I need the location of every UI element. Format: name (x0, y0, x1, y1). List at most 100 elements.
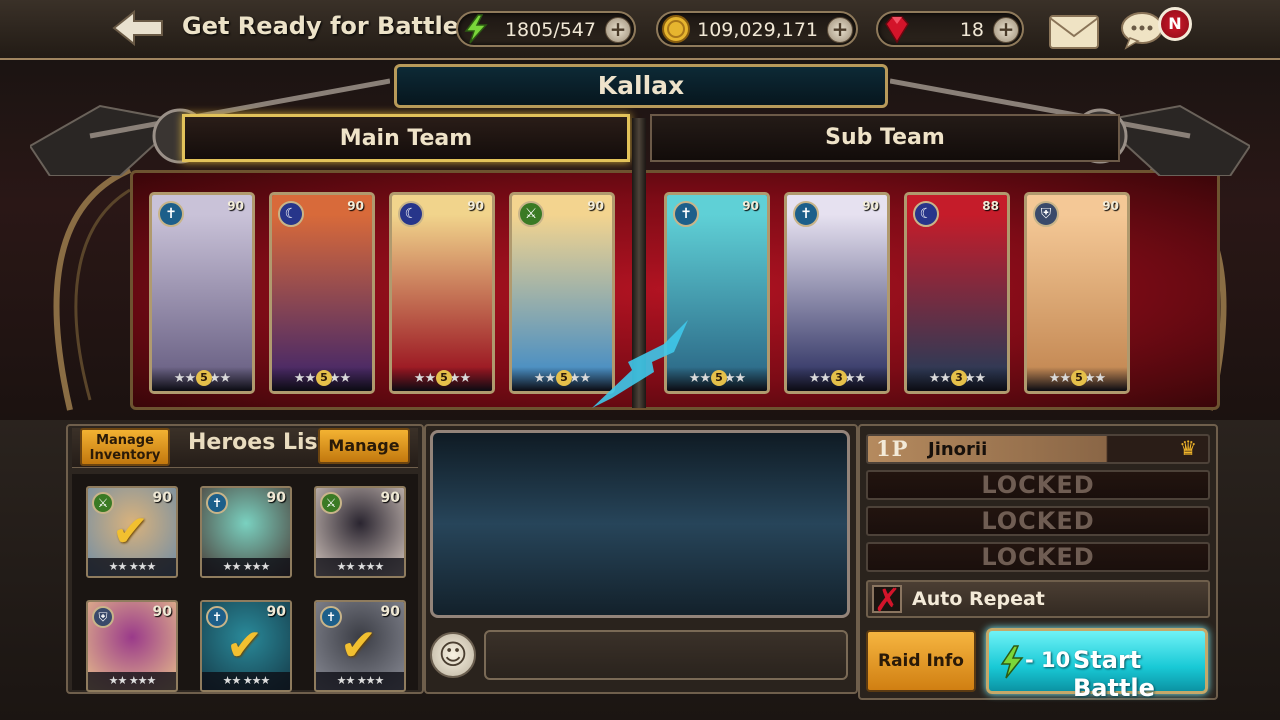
back-arrow-icon[interactable] (110, 8, 166, 48)
sub-team-hero-card[interactable]: ⛨ 90 ★★ ★★★ 5 (1024, 192, 1130, 394)
sub-team-hero-card[interactable]: ✝ 90 ★★ ★★★ 3 (784, 192, 890, 394)
star-rating: ★★ ★★★ (88, 558, 176, 576)
gold-coin-icon (662, 15, 690, 43)
party-slot-2: LOCKED (866, 470, 1210, 500)
hero-grade: 3 (951, 370, 967, 386)
lightning-icon (1000, 645, 1024, 679)
hero-list-item[interactable]: ⚔ 90 ★★ ★★★ ✔ (86, 486, 178, 578)
cross-icon: ✝ (206, 606, 228, 628)
hero-grade: 5 (556, 370, 572, 386)
hero-grade: 5 (196, 370, 212, 386)
tab-sub-team[interactable]: Sub Team (650, 114, 1120, 162)
chat-input[interactable] (484, 630, 848, 680)
party-slot-4: LOCKED (866, 542, 1210, 572)
hero-list-item[interactable]: ⚔ 90 ★★ ★★★ (314, 486, 406, 578)
cross-icon: ✝ (793, 201, 819, 227)
moon-icon: ☾ (278, 201, 304, 227)
top-bar: Get Ready for Battle 1805/547 + 109,029,… (0, 0, 1280, 60)
stamina-cost: - 10 (1025, 648, 1071, 672)
emoji-button[interactable]: ☺ (430, 632, 476, 678)
star-rating: ★★ ★★★ (202, 558, 290, 576)
heroes-list-title: Heroes List (188, 430, 329, 455)
shield-icon: ⛨ (92, 606, 114, 628)
gem-counter: 18 + (876, 11, 1024, 47)
main-team-hero-card[interactable]: ☾ 90 ★★ ★★★ 5 (269, 192, 375, 394)
player-name: Jinorii (928, 439, 988, 460)
hero-level: 90 (467, 199, 484, 213)
star-rating: ★★ ★★★ (316, 672, 404, 690)
hero-list-item[interactable]: ✝ 90 ★★ ★★★ ✔ (200, 600, 292, 692)
auto-repeat-checkbox[interactable]: ✗ (872, 581, 902, 619)
start-battle-button[interactable]: - 10 Start Battle (986, 628, 1208, 702)
main-team-hero-card[interactable]: ☾ 90 ★★ ★★★ 5 (389, 192, 495, 394)
gold-value: 109,029,171 (697, 19, 818, 41)
moon-icon: ☾ (398, 201, 424, 227)
chat-log (430, 430, 850, 618)
stamina-value: 1805/547 (504, 19, 596, 41)
main-team-hero-card[interactable]: ✝ 90 ★★ ★★★ 5 (149, 192, 255, 394)
hero-level: 90 (587, 199, 604, 213)
hero-level: 90 (862, 199, 879, 213)
hero-grade: 5 (436, 370, 452, 386)
tab-main-team[interactable]: Main Team (182, 114, 630, 162)
cross-icon: ✝ (320, 606, 342, 628)
cross-icon: ✝ (206, 492, 228, 514)
hero-grade: 5 (1071, 370, 1087, 386)
cross-icon: ✝ (158, 201, 184, 227)
hero-level: 90 (380, 604, 400, 620)
hero-grade: 3 (831, 370, 847, 386)
hero-grade: 5 (711, 370, 727, 386)
mail-icon[interactable] (1048, 12, 1100, 50)
hero-list-item[interactable]: ✝ 90 ★★ ★★★ (200, 486, 292, 578)
checkmark-icon: ✔ (340, 620, 377, 671)
hero-level: 90 (227, 199, 244, 213)
manage-button[interactable]: Manage (318, 428, 410, 464)
sword-icon: ⚔ (320, 492, 342, 514)
star-rating: ★★ ★★★ (88, 672, 176, 690)
moon-icon: ☾ (913, 201, 939, 227)
sword-icon: ⚔ (92, 492, 114, 514)
checkmark-icon: ✔ (226, 620, 263, 671)
stamina-counter: 1805/547 + (456, 11, 636, 47)
gem-value: 18 (959, 19, 984, 41)
boss-name: Kallax (394, 64, 888, 108)
sub-team-hero-card[interactable]: ☾ 88 ★★ ★★★ 3 (904, 192, 1010, 394)
hero-level: 90 (266, 604, 286, 620)
hero-level: 90 (1102, 199, 1119, 213)
add-gems-button[interactable]: + (993, 17, 1019, 43)
ruby-gem-icon (885, 16, 909, 44)
hero-level: 90 (742, 199, 759, 213)
party-slot-1[interactable]: 1P Jinorii ♛ (866, 434, 1210, 464)
gold-counter: 109,029,171 + (656, 11, 858, 47)
cross-icon: ✝ (673, 201, 699, 227)
lightning-icon (464, 14, 488, 44)
add-gold-button[interactable]: + (827, 17, 853, 43)
notification-badge: N (1158, 7, 1192, 41)
hero-grade: 5 (316, 370, 332, 386)
hero-level: 90 (347, 199, 364, 213)
swap-arrow-icon[interactable] (592, 318, 692, 410)
add-stamina-button[interactable]: + (605, 17, 631, 43)
page-title: Get Ready for Battle (182, 12, 459, 40)
hero-level: 90 (380, 490, 400, 506)
auto-repeat-label: Auto Repeat (912, 588, 1045, 610)
hero-level: 90 (152, 490, 172, 506)
hero-list-item[interactable]: ✝ 90 ★★ ★★★ ✔ (314, 600, 406, 692)
star-rating: ★★ ★★★ (316, 558, 404, 576)
crown-icon: ♛ (1179, 436, 1198, 460)
player-tag: 1P (876, 436, 909, 461)
star-rating: ★★ ★★★ (202, 672, 290, 690)
shield-icon: ⛨ (1033, 201, 1059, 227)
party-slot-3: LOCKED (866, 506, 1210, 536)
start-battle-label: Start Battle (1073, 646, 1155, 702)
auto-repeat-toggle[interactable]: ✗ Auto Repeat (866, 580, 1210, 619)
manage-inventory-button[interactable]: Manage Inventory (80, 428, 170, 466)
hero-list-item[interactable]: ⛨ 90 ★★ ★★★ (86, 600, 178, 692)
ornament-left (53, 167, 132, 411)
hero-level: 90 (266, 490, 286, 506)
raid-info-button[interactable]: Raid Info (866, 630, 976, 692)
hero-level: 90 (152, 604, 172, 620)
x-mark-icon: ✗ (874, 581, 901, 619)
hero-level: 88 (982, 199, 999, 213)
checkmark-icon: ✔ (112, 506, 149, 557)
